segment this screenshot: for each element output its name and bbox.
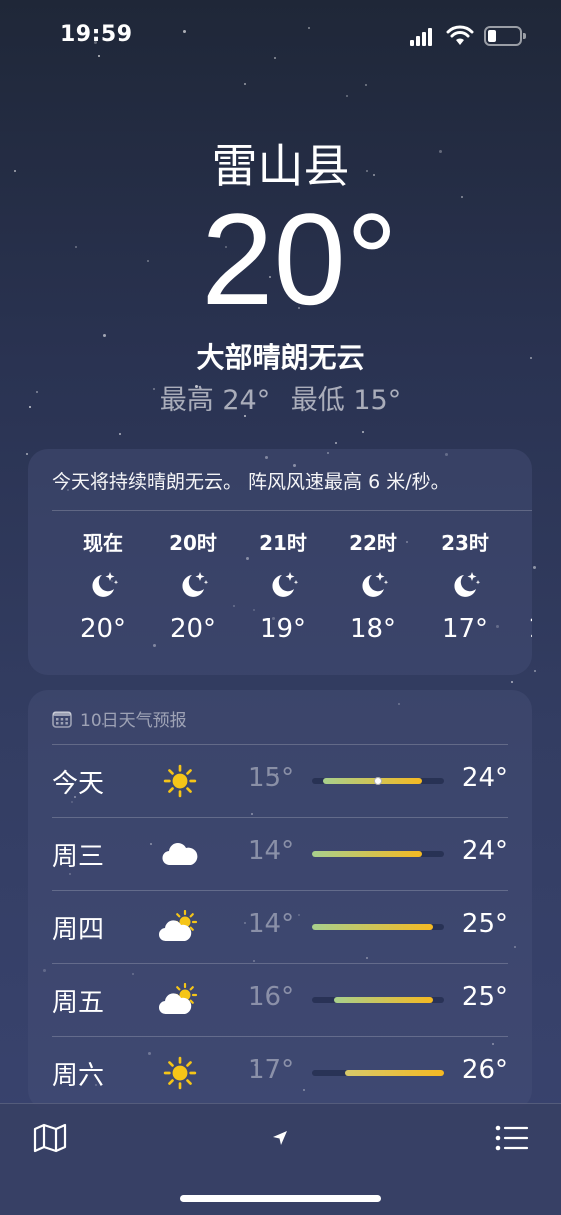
star	[26, 453, 29, 456]
location-arrow-icon	[273, 1131, 287, 1145]
hour-temp: 17°	[516, 614, 532, 644]
hour-label: 20时	[169, 531, 217, 555]
cellular-signal-icon	[410, 28, 436, 46]
star	[532, 565, 536, 569]
weather-condition: 大部晴朗无云	[196, 341, 365, 374]
high-temp: 最高 24°	[159, 385, 271, 416]
low-temp: 15°	[248, 763, 295, 793]
partly-cloudy-icon	[156, 905, 204, 949]
star	[244, 82, 247, 85]
hourly-item: 23时 17°	[430, 527, 500, 644]
hour-label: 23时	[441, 531, 489, 555]
battery-icon	[484, 26, 526, 46]
high-temp: 24°	[461, 763, 508, 793]
star	[533, 670, 536, 673]
star	[364, 84, 367, 87]
moon-stars-icon	[248, 556, 318, 614]
status-time: 19:59	[60, 22, 133, 47]
temp-range-bar	[312, 997, 444, 1003]
hour-temp: 20°	[169, 614, 217, 644]
low-temp: 14°	[248, 836, 295, 866]
daily-forecast-title: 10日天气预报	[80, 711, 187, 731]
hour-temp: 18°	[349, 614, 397, 644]
cloud-icon	[156, 832, 204, 876]
temp-range-fill	[312, 924, 433, 930]
temp-range-fill	[334, 997, 433, 1003]
hour-label: 21时	[259, 531, 307, 555]
moon-stars-icon	[158, 556, 228, 614]
temp-range-bar	[312, 1070, 444, 1076]
hourly-list[interactable]: 现在 20° 20时 20° 21时 19° 22时 18° 23时 17° 0时 17°	[28, 527, 532, 667]
low-temp: 最低 15°	[290, 385, 402, 416]
hour-temp: 20°	[79, 614, 127, 644]
hourly-item: 0时 17°	[516, 527, 532, 644]
temp-range-bar	[312, 851, 444, 857]
low-temp: 16°	[248, 982, 295, 1012]
star	[346, 94, 349, 97]
daily-forecast-card[interactable]: 10日天气预报 今天 15° 24° 周三 14° 24° 周四 14° 25° 周五 16° 25°…	[28, 690, 532, 1110]
temp-range-fill	[312, 851, 422, 857]
calendar-icon	[52, 710, 72, 728]
high-temp: 24°	[461, 836, 508, 866]
forecast-summary: 今天将持续晴朗无云。 阵风风速最高 6 米/秒。	[52, 471, 450, 493]
temp-range-fill	[345, 1070, 444, 1076]
temp-range-bar	[312, 777, 444, 785]
daily-row[interactable]: 周三 14° 24°	[52, 817, 508, 889]
high-temp: 26°	[461, 1055, 508, 1085]
hourly-forecast-card[interactable]: 今天将持续晴朗无云。 阵风风速最高 6 米/秒。 现在 20° 20时 20° 21时 1…	[28, 449, 532, 675]
daily-forecast-header: 10日天气预报	[52, 706, 187, 731]
moon-stars-icon	[68, 556, 138, 614]
day-label: 周三	[52, 842, 105, 872]
day-label: 周五	[52, 988, 105, 1018]
daily-row[interactable]: 周六 17° 26°	[52, 1036, 508, 1108]
high-temp: 25°	[461, 909, 508, 939]
partly-cloudy-icon	[156, 978, 204, 1022]
hourly-item: 现在 20°	[68, 527, 138, 644]
day-label: 周六	[52, 1061, 105, 1091]
day-label: 周四	[52, 915, 105, 945]
daily-row[interactable]: 周四 14° 25°	[52, 890, 508, 962]
hour-temp: 19°	[259, 614, 307, 644]
moon-stars-icon	[338, 556, 408, 614]
status-bar: 19:59	[0, 0, 561, 76]
sun-icon	[156, 759, 204, 803]
moon-stars-icon	[516, 556, 532, 614]
home-indicator[interactable]	[180, 1195, 381, 1202]
high-low: 最高 24° 最低 15°	[0, 378, 561, 417]
star	[334, 441, 337, 444]
hourly-item: 21时 19°	[248, 527, 318, 644]
map-icon	[33, 1123, 67, 1153]
day-label: 今天	[52, 769, 105, 799]
hour-label: 22时	[349, 531, 397, 555]
divider	[52, 510, 532, 511]
city-list-button[interactable]	[490, 1118, 534, 1158]
low-temp: 14°	[248, 909, 295, 939]
star	[362, 430, 365, 433]
daily-row[interactable]: 今天 15° 24°	[52, 744, 508, 816]
hour-temp: 17°	[441, 614, 489, 644]
high-temp: 25°	[461, 982, 508, 1012]
star	[510, 681, 513, 684]
daily-row[interactable]: 周五 16° 25°	[52, 963, 508, 1035]
low-temp: 17°	[248, 1055, 295, 1085]
current-temperature: 20°	[201, 186, 398, 332]
map-button[interactable]	[28, 1118, 72, 1158]
moon-stars-icon	[430, 556, 500, 614]
wifi-icon	[446, 25, 474, 45]
hour-label: 0时	[516, 527, 532, 556]
star	[119, 432, 122, 435]
hour-label: 现在	[83, 531, 123, 555]
temp-range-bar	[312, 924, 444, 930]
location-button[interactable]	[262, 1118, 298, 1158]
temp-range-fill	[323, 778, 422, 784]
sun-icon	[156, 1051, 204, 1095]
hourly-item: 20时 20°	[158, 527, 228, 644]
current-temp-marker	[374, 777, 382, 785]
list-icon	[495, 1125, 529, 1151]
hourly-item: 22时 18°	[338, 527, 408, 644]
